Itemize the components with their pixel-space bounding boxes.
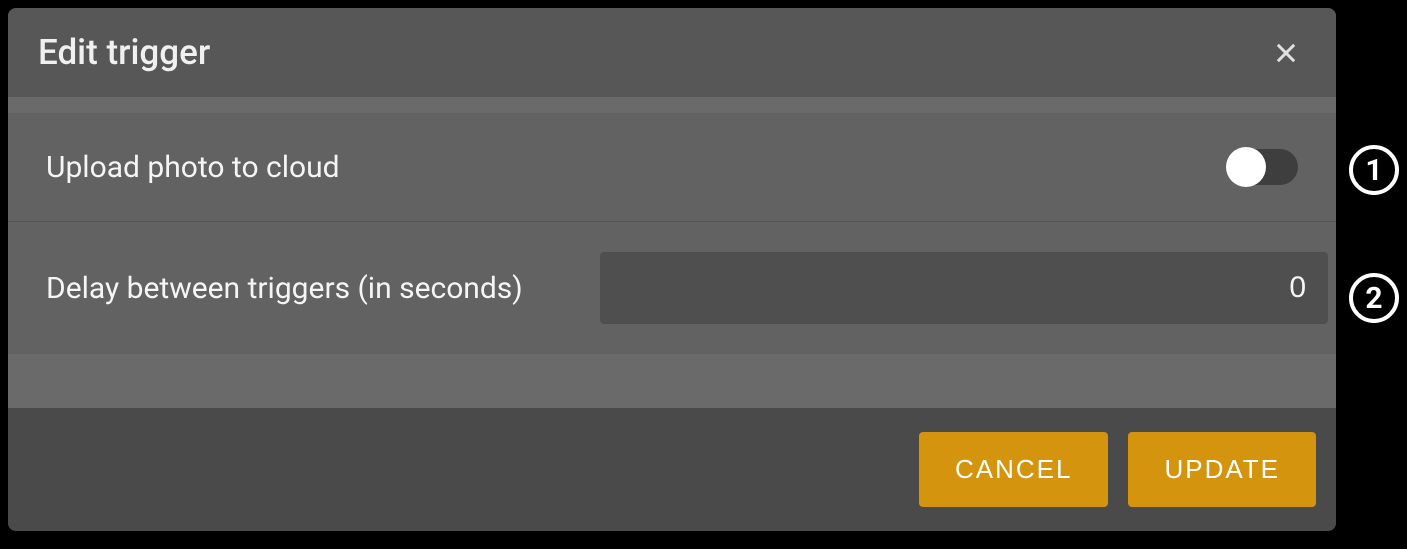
spacer: [8, 97, 1336, 113]
close-icon: [1272, 39, 1300, 67]
upload-photo-row: Upload photo to cloud: [8, 113, 1336, 222]
dialog-title: Edit trigger: [38, 32, 210, 73]
delay-row: Delay between triggers (in seconds): [8, 222, 1336, 354]
callout-1: 1: [1349, 145, 1399, 195]
dialog-body: Upload photo to cloud Delay between trig…: [8, 97, 1336, 408]
upload-photo-label: Upload photo to cloud: [46, 150, 340, 185]
close-button[interactable]: [1266, 33, 1306, 73]
callout-2: 2: [1349, 273, 1399, 323]
dialog-footer: CANCEL UPDATE: [8, 408, 1336, 531]
upload-photo-toggle[interactable]: [1228, 149, 1298, 185]
update-button[interactable]: UPDATE: [1128, 432, 1316, 507]
spacer-band: [8, 354, 1336, 408]
delay-input[interactable]: [600, 252, 1328, 324]
delay-label: Delay between triggers (in seconds): [46, 271, 523, 306]
dialog-header: Edit trigger: [8, 8, 1336, 97]
cancel-button[interactable]: CANCEL: [919, 432, 1108, 507]
toggle-knob: [1226, 147, 1266, 187]
edit-trigger-dialog: Edit trigger Upload photo to cloud Delay…: [8, 8, 1336, 531]
